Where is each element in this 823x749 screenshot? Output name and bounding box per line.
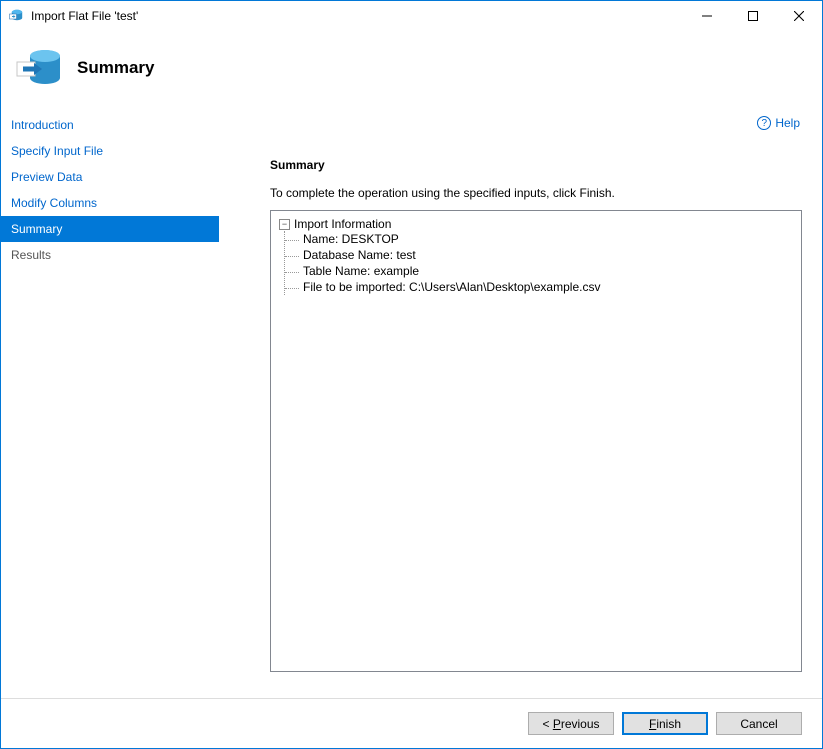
sidebar-item-label: Preview Data (11, 170, 82, 184)
section-description: To complete the operation using the spec… (270, 186, 802, 200)
wizard-sidebar: Introduction Specify Input File Preview … (1, 106, 220, 698)
cancel-label: Cancel (740, 717, 777, 731)
tree-leaf-name: Name: DESKTOP (285, 231, 793, 247)
window-title: Import Flat File 'test' (31, 9, 684, 23)
finish-button[interactable]: Finish (622, 712, 708, 735)
tree-leaf-label: Database Name: test (285, 248, 416, 262)
wizard-main: ? Help Summary To complete the operation… (220, 106, 822, 698)
previous-button[interactable]: < Previous (528, 712, 614, 735)
sidebar-item-modify-columns[interactable]: Modify Columns (1, 190, 219, 216)
summary-tree: − Import Information Name: DESKTOP Datab… (270, 210, 802, 672)
sidebar-item-results[interactable]: Results (1, 242, 219, 268)
sidebar-item-label: Results (11, 248, 51, 262)
tree-root-label: Import Information (294, 217, 391, 231)
tree-leaf-label: Table Name: example (285, 264, 419, 278)
wizard-footer: < Previous Finish Cancel (1, 698, 822, 748)
sidebar-item-introduction[interactable]: Introduction (1, 112, 219, 138)
tree-leaf-label: Name: DESKTOP (285, 232, 399, 246)
sidebar-item-label: Summary (11, 222, 62, 236)
app-icon (9, 8, 25, 24)
help-icon: ? (757, 116, 771, 130)
wizard-body: Introduction Specify Input File Preview … (1, 106, 822, 698)
wizard-header: Summary (1, 31, 822, 106)
cancel-button[interactable]: Cancel (716, 712, 802, 735)
sidebar-item-label: Introduction (11, 118, 74, 132)
finish-label: inish (656, 717, 681, 731)
maximize-button[interactable] (730, 1, 776, 31)
tree-leaf-database: Database Name: test (285, 247, 793, 263)
wizard-header-icon (15, 44, 63, 92)
sidebar-item-preview-data[interactable]: Preview Data (1, 164, 219, 190)
previous-label: revious (561, 717, 600, 731)
help-label: Help (775, 116, 800, 130)
tree-leaf-label: File to be imported: C:\Users\Alan\Deskt… (285, 280, 600, 294)
window-buttons (684, 1, 822, 31)
wizard-header-title: Summary (77, 58, 154, 78)
tree-leaf-file: File to be imported: C:\Users\Alan\Deskt… (285, 279, 793, 295)
minimize-button[interactable] (684, 1, 730, 31)
help-link[interactable]: ? Help (757, 116, 800, 130)
sidebar-item-summary[interactable]: Summary (1, 216, 219, 242)
tree-children: Name: DESKTOP Database Name: test Table … (284, 231, 793, 295)
close-button[interactable] (776, 1, 822, 31)
tree-leaf-table: Table Name: example (285, 263, 793, 279)
sidebar-item-label: Modify Columns (11, 196, 97, 210)
sidebar-item-label: Specify Input File (11, 144, 103, 158)
tree-collapse-icon[interactable]: − (279, 219, 290, 230)
titlebar: Import Flat File 'test' (1, 1, 822, 31)
tree-root[interactable]: − Import Information (279, 217, 793, 231)
section-title: Summary (270, 158, 802, 172)
sidebar-item-specify-input-file[interactable]: Specify Input File (1, 138, 219, 164)
